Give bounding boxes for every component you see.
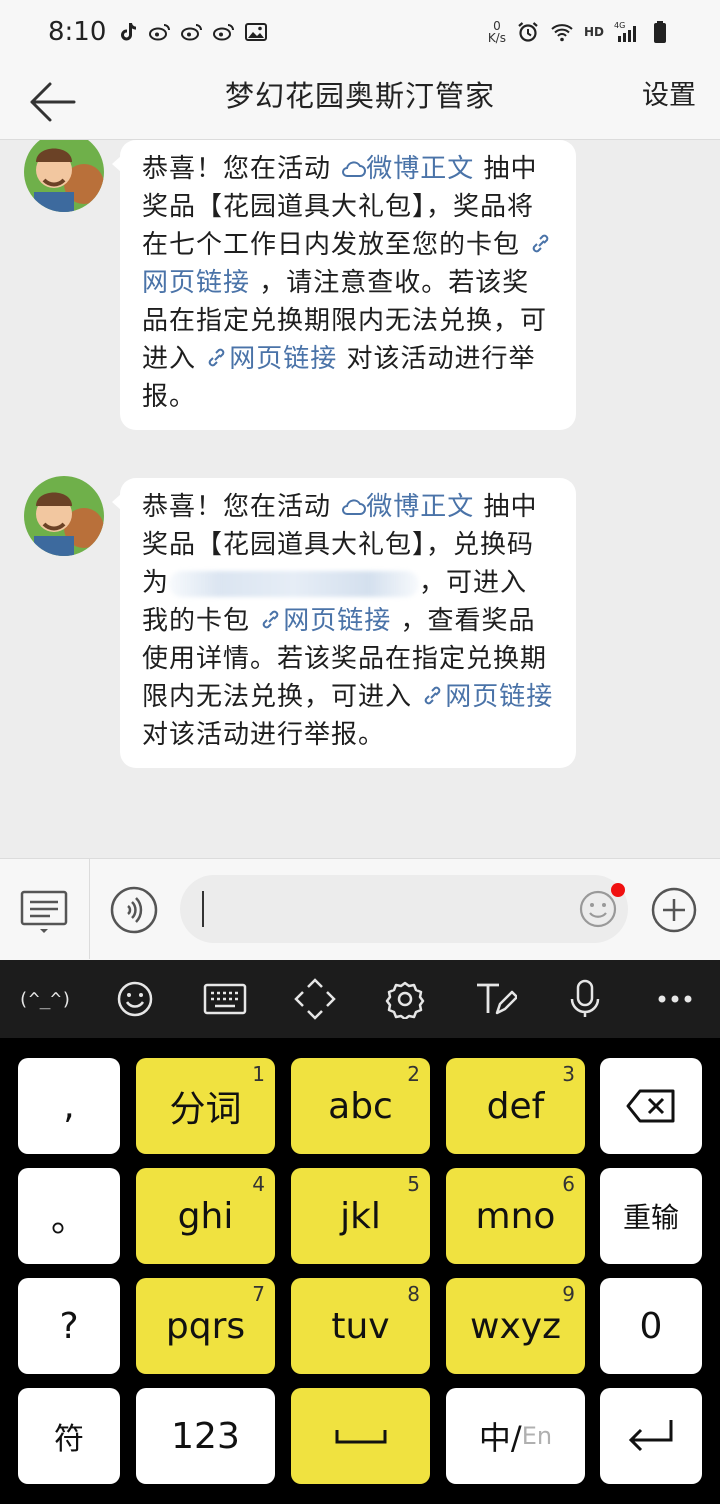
voice-typing-button[interactable]	[540, 960, 630, 1038]
message-bubble: 恭喜！您在活动 微博正文 抽中奖品【花园道具大礼包】，兑换码为 ，可进入我的卡包 …	[112, 478, 576, 768]
weibo-icon	[181, 24, 203, 41]
key-8-tuv[interactable]: tuv 8	[291, 1278, 430, 1374]
gallery-icon	[245, 23, 268, 41]
key-2-abc[interactable]: abc 2	[291, 1058, 430, 1154]
key-6-mno[interactable]: mno 6	[446, 1168, 585, 1264]
key-period[interactable]: 。	[18, 1168, 120, 1264]
key-1-segment[interactable]: 分词 1	[136, 1058, 275, 1154]
more-icon	[658, 995, 692, 1003]
wifi-icon	[551, 24, 573, 42]
weibo-post-link[interactable]: 微博正文	[340, 492, 474, 522]
notification-dot	[611, 883, 625, 897]
alarm-icon	[518, 22, 538, 42]
settings-gear-button[interactable]	[360, 960, 450, 1038]
keyboard-switch-button[interactable]	[180, 960, 270, 1038]
avatar[interactable]	[24, 140, 104, 212]
avatar[interactable]	[24, 476, 104, 556]
emoji-button[interactable]	[90, 960, 180, 1038]
svg-text:4G: 4G	[614, 21, 625, 30]
space-icon	[335, 1430, 386, 1444]
battery-icon	[654, 21, 666, 43]
key-reenter[interactable]: 重输	[600, 1168, 702, 1264]
chat-area: 恭喜！您在活动 微博正文 抽中奖品【花园道具大礼包】，奖品将在七个工作日内发放至…	[0, 140, 720, 858]
plus-icon[interactable]	[651, 887, 697, 933]
weibo-cloud-icon	[342, 161, 367, 177]
menu-toggle-button[interactable]	[0, 859, 90, 959]
gear-icon	[385, 981, 425, 1019]
key-7-pqrs[interactable]: pqrs 7	[136, 1278, 275, 1374]
cursor-move-icon	[294, 978, 336, 1020]
weibo-icon	[149, 24, 171, 41]
weibo-cloud-icon	[342, 499, 367, 515]
key-4-ghi[interactable]: ghi 4	[136, 1168, 275, 1264]
message-bubble: 恭喜！您在活动 微博正文 抽中奖品【花园道具大礼包】，奖品将在七个工作日内发放至…	[112, 140, 576, 430]
voice-input-icon[interactable]	[110, 886, 158, 934]
key-numbers[interactable]: 123	[136, 1388, 275, 1484]
key-5-jkl[interactable]: jkl 5	[291, 1168, 430, 1264]
title-bar: 梦幻花园奥斯汀管家 设置	[0, 64, 720, 140]
network-speed: 0 K/s	[487, 19, 506, 45]
kaomoji-button[interactable]: (^_^)	[0, 960, 90, 1038]
key-space[interactable]	[291, 1388, 430, 1484]
key-comma[interactable]: ,	[18, 1058, 120, 1154]
web-link[interactable]: 网页链接	[259, 606, 391, 636]
key-9-wxyz[interactable]: wxyz 9	[446, 1278, 585, 1374]
more-button[interactable]	[630, 960, 720, 1038]
signal-icon: 4G	[614, 21, 636, 42]
web-link[interactable]: 网页链接	[205, 344, 337, 374]
enter-icon	[628, 1420, 673, 1452]
back-arrow-icon[interactable]	[24, 76, 80, 128]
key-question[interactable]: ?	[18, 1278, 120, 1374]
text-caret	[202, 891, 204, 927]
web-link[interactable]: 网页链接	[421, 682, 553, 712]
microphone-icon	[570, 979, 600, 1017]
message-input[interactable]	[180, 875, 628, 943]
hd-indicator: HD	[583, 25, 604, 39]
ime-toolbar: (^_^)	[0, 960, 720, 1038]
tiktok-icon	[121, 23, 137, 41]
status-bar: 8:10 0 K/s HD 4G	[0, 0, 720, 64]
t9-keyboard: , 分词 1 abc 2 def 3 。 ghi 4 jkl 5 mno 6 重输 ? pq…	[0, 1038, 720, 1504]
redacted-code	[169, 570, 420, 597]
weibo-icon	[213, 24, 235, 41]
emoji-icon	[117, 981, 153, 1017]
page-title: 梦幻花园奥斯汀管家	[224, 79, 495, 113]
key-symbols[interactable]: 符	[18, 1388, 120, 1484]
link-icon	[208, 348, 225, 367]
menu-icon	[20, 890, 68, 933]
handwriting-icon	[477, 983, 517, 1015]
cursor-move-button[interactable]	[270, 960, 360, 1038]
backspace-icon	[626, 1089, 675, 1123]
input-bar	[0, 858, 720, 960]
key-backspace[interactable]	[600, 1058, 702, 1154]
key-0[interactable]: 0	[600, 1278, 702, 1374]
key-enter[interactable]	[600, 1388, 702, 1484]
link-icon	[262, 610, 279, 629]
keyboard-icon	[203, 983, 247, 1015]
key-lang-switch[interactable]: 中/En	[446, 1388, 585, 1484]
emoji-icon[interactable]	[578, 889, 618, 929]
key-3-def[interactable]: def 3	[446, 1058, 585, 1154]
link-icon	[424, 686, 441, 705]
link-icon	[532, 234, 549, 253]
handwriting-button[interactable]	[450, 960, 540, 1038]
status-time: 8:10	[48, 17, 107, 47]
weibo-post-link[interactable]: 微博正文	[340, 154, 474, 184]
settings-button[interactable]: 设置	[642, 64, 696, 140]
